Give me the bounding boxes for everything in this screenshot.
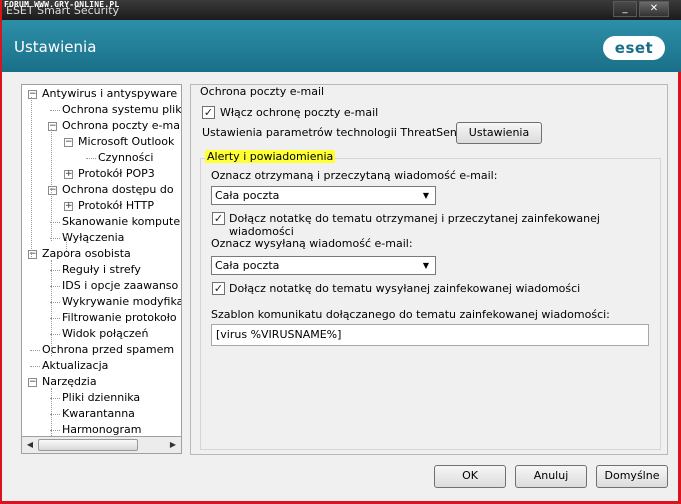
tree-item[interactable]: Kwarantanna	[62, 406, 135, 422]
defaults-button[interactable]: Domyślne	[596, 465, 668, 488]
tree-item[interactable]: Protokół HTTP	[78, 198, 154, 214]
collapse-icon[interactable]: −	[48, 122, 57, 131]
minimize-button[interactable]: _	[613, 1, 637, 17]
title-bar[interactable]: ESET Smart Security FORUM WWW.GRY-ONLINE…	[2, 0, 681, 20]
sent-select-value: Cała poczta	[215, 259, 280, 272]
tree-item[interactable]: Skanowanie kompute	[62, 214, 180, 230]
tree-item[interactable]: Antywirus i antyspyware	[42, 86, 177, 102]
eset-logo: eset	[603, 36, 665, 60]
tree-item[interactable]: Ochrona systemu plik	[62, 102, 181, 118]
tree-item[interactable]: Reguły i strefy	[62, 262, 141, 278]
scroll-thumb[interactable]	[38, 439, 138, 451]
scroll-left-icon[interactable]: ◀	[24, 439, 36, 451]
tree-connector	[51, 388, 52, 436]
tree-connector	[51, 129, 52, 241]
tree-item[interactable]: IDS i opcje zaawanso	[62, 278, 178, 294]
tree-item[interactable]: Aktualizacja	[42, 358, 108, 374]
scroll-right-icon[interactable]: ▶	[167, 439, 179, 451]
check-icon: ✓	[213, 282, 224, 295]
tree-item[interactable]: Zapora osobista	[42, 246, 131, 262]
tree-item[interactable]: Harmonogram	[62, 422, 141, 436]
collapse-icon[interactable]: −	[28, 250, 37, 259]
header-bar: Ustawienia eset	[2, 20, 681, 72]
expand-icon[interactable]: +	[64, 202, 73, 211]
tree-item[interactable]: Ochrona dostępu do	[62, 182, 174, 198]
tree-item[interactable]: Ochrona poczty e-ma	[62, 118, 180, 134]
sent-label: Oznacz wysyłaną wiadomość e-mail:	[211, 237, 413, 250]
collapse-icon[interactable]: −	[48, 186, 57, 195]
received-select-value: Cała poczta	[215, 189, 280, 202]
tree-item[interactable]: Wyłączenia	[62, 230, 124, 246]
section-title: Ochrona poczty e-mail	[200, 85, 325, 98]
sent-note-checkbox[interactable]: ✓	[212, 282, 225, 295]
received-note-checkbox[interactable]: ✓	[212, 212, 225, 225]
ok-button[interactable]: OK	[434, 465, 506, 488]
tree-item[interactable]: Filtrowanie protokoło	[62, 310, 177, 326]
collapse-icon[interactable]: −	[28, 90, 37, 99]
tree-connector	[86, 158, 96, 159]
enable-email-protection-checkbox[interactable]: ✓	[202, 106, 215, 119]
close-button[interactable]: ✕	[639, 1, 669, 17]
tree-item[interactable]: Pliki dziennika	[62, 390, 140, 406]
tree-connector	[51, 260, 52, 356]
template-input[interactable]: [virus %VIRUSNAME%]	[211, 324, 649, 346]
cancel-button[interactable]: Anuluj	[515, 465, 587, 488]
expand-icon[interactable]: +	[64, 170, 73, 179]
sent-select[interactable]: Cała poczta ▼	[211, 256, 436, 275]
tree-item[interactable]: Microsoft Outlook	[78, 134, 174, 150]
page-title: Ustawienia	[14, 38, 97, 56]
chevron-down-icon: ▼	[422, 191, 430, 200]
received-select[interactable]: Cała poczta ▼	[211, 186, 436, 205]
threatsense-label: Ustawienia parametrów technologii Threat…	[202, 126, 474, 139]
tree-item[interactable]: Wykrywanie modyfika	[62, 294, 181, 310]
tree-connector	[30, 350, 40, 351]
check-icon: ✓	[213, 212, 224, 225]
alerts-title-text: Alerty i powiadomienia	[205, 150, 336, 163]
sent-note-label: Dołącz notatkę do tematu wysyłanej zainf…	[229, 282, 581, 295]
tree-connector	[30, 366, 40, 367]
tree-connector	[50, 110, 60, 111]
alerts-title: Alerty i powiadomienia	[205, 150, 336, 163]
threatsense-settings-button[interactable]: Ustawienia	[456, 122, 542, 144]
enable-email-protection-label: Włącz ochronę poczty e-mail	[220, 106, 379, 119]
settings-window: ESET Smart Security FORUM WWW.GRY-ONLINE…	[0, 0, 681, 504]
tree-item[interactable]: Ochrona przed spamem	[42, 342, 174, 358]
check-icon: ✓	[203, 106, 214, 119]
dialog-button-bar: OK Anuluj Domyślne	[2, 458, 678, 501]
tree-item[interactable]: Czynności	[98, 150, 153, 166]
collapse-icon[interactable]: −	[28, 378, 37, 387]
tree-connector	[66, 235, 67, 251]
template-label: Szablon komunikatu dołączanego do tematu…	[211, 308, 610, 321]
tree-item[interactable]: Widok połączeń	[62, 326, 148, 342]
watermark: FORUM WWW.GRY-ONLINE.PL	[4, 0, 120, 9]
received-note-label: Dołącz notatkę do tematu otrzymanej i pr…	[229, 212, 600, 238]
chevron-down-icon: ▼	[422, 261, 430, 270]
tree-connector	[31, 97, 32, 257]
tree-item[interactable]: Protokół POP3	[78, 166, 155, 182]
settings-tree[interactable]: − Antywirus i antyspyware Ochrona systemu …	[21, 84, 182, 437]
settings-panel: Ochrona poczty e-mail ✓ Włącz ochronę po…	[190, 84, 668, 455]
received-label: Oznacz otrzymaną i przeczytaną wiadomość…	[211, 169, 498, 182]
collapse-icon[interactable]: −	[64, 138, 73, 147]
tree-horizontal-scrollbar[interactable]: ◀ ▶	[21, 437, 182, 454]
